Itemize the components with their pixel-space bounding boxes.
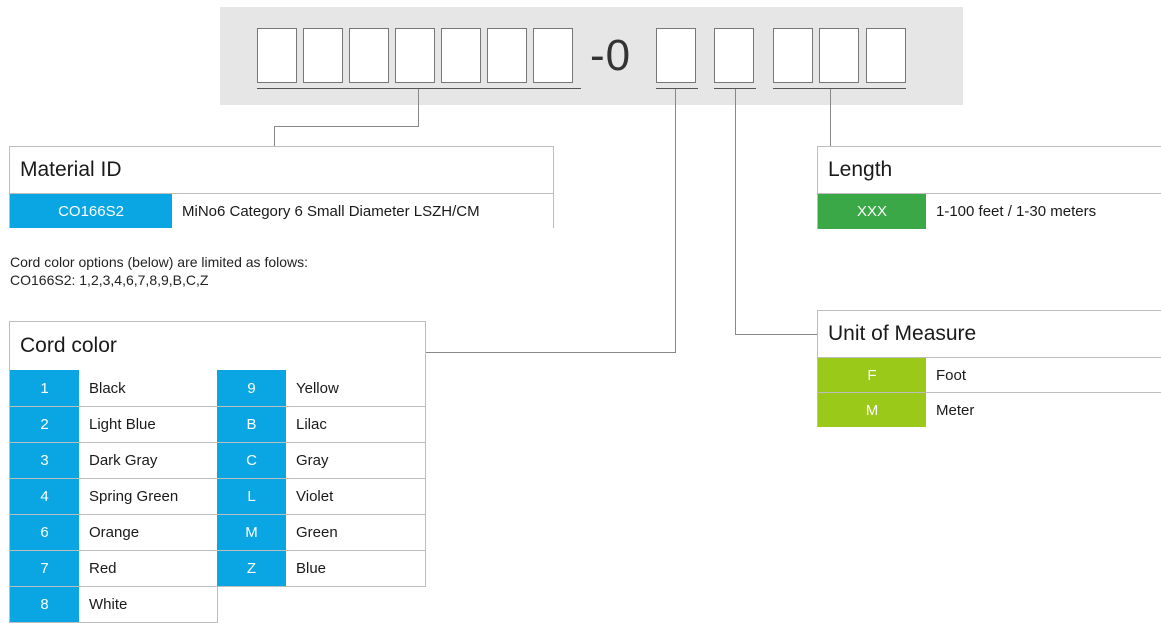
cord-color-name: Red (79, 551, 217, 586)
cord-color-row: 4 Spring Green (10, 478, 217, 514)
unit-code: M (818, 393, 926, 427)
cord-color-row: L Violet (217, 478, 425, 514)
length-code: XXX (818, 194, 926, 229)
part-number-box (714, 28, 754, 83)
part-number-box (656, 28, 696, 83)
cord-color-code: C (217, 443, 286, 478)
cord-color-row: 7 Red (10, 550, 217, 586)
unit-title: Unit of Measure (828, 322, 977, 345)
unit-row: M Meter (818, 392, 1161, 427)
unit-name: Meter (926, 393, 1161, 427)
cord-color-code: 9 (217, 370, 286, 406)
cord-color-name: Green (286, 515, 425, 550)
connector-unit (735, 89, 736, 335)
part-number-box (773, 28, 813, 83)
part-number-box (819, 28, 859, 83)
material-description: MiNo6 Category 6 Small Diameter LSZH/CM (172, 194, 553, 228)
part-number-box (303, 28, 343, 83)
cord-color-row: B Lilac (217, 406, 425, 442)
connector-material (274, 126, 419, 127)
cord-color-code: 1 (10, 370, 79, 406)
cord-color-code: Z (217, 551, 286, 586)
cord-color-row: 8 White (10, 586, 217, 622)
cord-color-name: Spring Green (79, 479, 217, 514)
connector-material (418, 89, 419, 127)
cord-color-row: C Gray (217, 442, 425, 478)
cord-color-name: Gray (286, 443, 425, 478)
material-code: CO166S2 (10, 194, 172, 228)
cord-color-code: 7 (10, 551, 79, 586)
part-number-box (395, 28, 435, 83)
cord-color-name: Orange (79, 515, 217, 550)
connector-material (274, 126, 275, 146)
part-number-box (349, 28, 389, 83)
cord-color-name: Yellow (286, 370, 425, 406)
cord-color-row: 9 Yellow (217, 370, 425, 406)
cord-color-name: Lilac (286, 407, 425, 442)
cord-color-name: Dark Gray (79, 443, 217, 478)
part-number-separator: -0 (590, 31, 632, 80)
cord-color-code: 3 (10, 443, 79, 478)
underline-cord-color (656, 88, 698, 89)
cord-color-right-column: 9 Yellow B Lilac C Gray L Violet M Green… (217, 370, 426, 587)
note-line-2: CO166S2: 1,2,3,4,6,7,8,9,B,C,Z (10, 272, 209, 288)
note-line-1: Cord color options (below) are limited a… (10, 254, 309, 270)
unit-of-measure-panel: Unit of Measure F Foot M Meter (817, 310, 1161, 427)
connector-cord-color (425, 352, 676, 353)
material-id-panel: Material ID CO166S2 MiNo6 Category 6 Sma… (9, 146, 554, 228)
cord-color-name: Black (79, 370, 217, 406)
cord-color-row: 3 Dark Gray (10, 442, 217, 478)
part-number-box (866, 28, 906, 83)
cord-color-code: 6 (10, 515, 79, 550)
connector-cord-color (675, 89, 676, 353)
cord-color-code: M (217, 515, 286, 550)
length-description: 1-100 feet / 1-30 meters (926, 194, 1161, 229)
cord-color-row: 1 Black (10, 370, 217, 406)
connector-length (830, 89, 831, 146)
part-number-box (441, 28, 481, 83)
part-number-box (487, 28, 527, 83)
cord-color-code: 8 (10, 587, 79, 622)
cord-color-row: Z Blue (217, 550, 425, 586)
part-number-box (533, 28, 573, 83)
cord-color-name: Violet (286, 479, 425, 514)
cord-color-row: M Green (217, 514, 425, 550)
part-number-box (257, 28, 297, 83)
cord-color-note: Cord color options (below) are limited a… (10, 253, 570, 289)
underline-material (257, 88, 581, 89)
underline-length (773, 88, 906, 89)
cord-color-name: White (79, 587, 217, 622)
cord-color-code: L (217, 479, 286, 514)
length-title: Length (828, 158, 893, 181)
unit-code: F (818, 358, 926, 392)
length-row: XXX 1-100 feet / 1-30 meters (818, 193, 1161, 229)
unit-row: F Foot (818, 357, 1161, 392)
connector-unit (735, 334, 817, 335)
cord-color-left-column: 1 Black 2 Light Blue 3 Dark Gray 4 Sprin… (9, 370, 218, 623)
cord-color-row: 6 Orange (10, 514, 217, 550)
cord-color-name: Light Blue (79, 407, 217, 442)
cord-color-title: Cord color (20, 334, 117, 357)
cord-color-panel: Cord color (9, 321, 426, 371)
cord-color-name: Blue (286, 551, 425, 586)
cord-color-row: 2 Light Blue (10, 406, 217, 442)
material-id-title: Material ID (20, 158, 122, 181)
cord-color-code: 4 (10, 479, 79, 514)
cord-color-code: B (217, 407, 286, 442)
cord-color-code: 2 (10, 407, 79, 442)
unit-name: Foot (926, 358, 1161, 392)
material-id-row: CO166S2 MiNo6 Category 6 Small Diameter … (10, 193, 553, 228)
length-panel: Length XXX 1-100 feet / 1-30 meters (817, 146, 1161, 229)
